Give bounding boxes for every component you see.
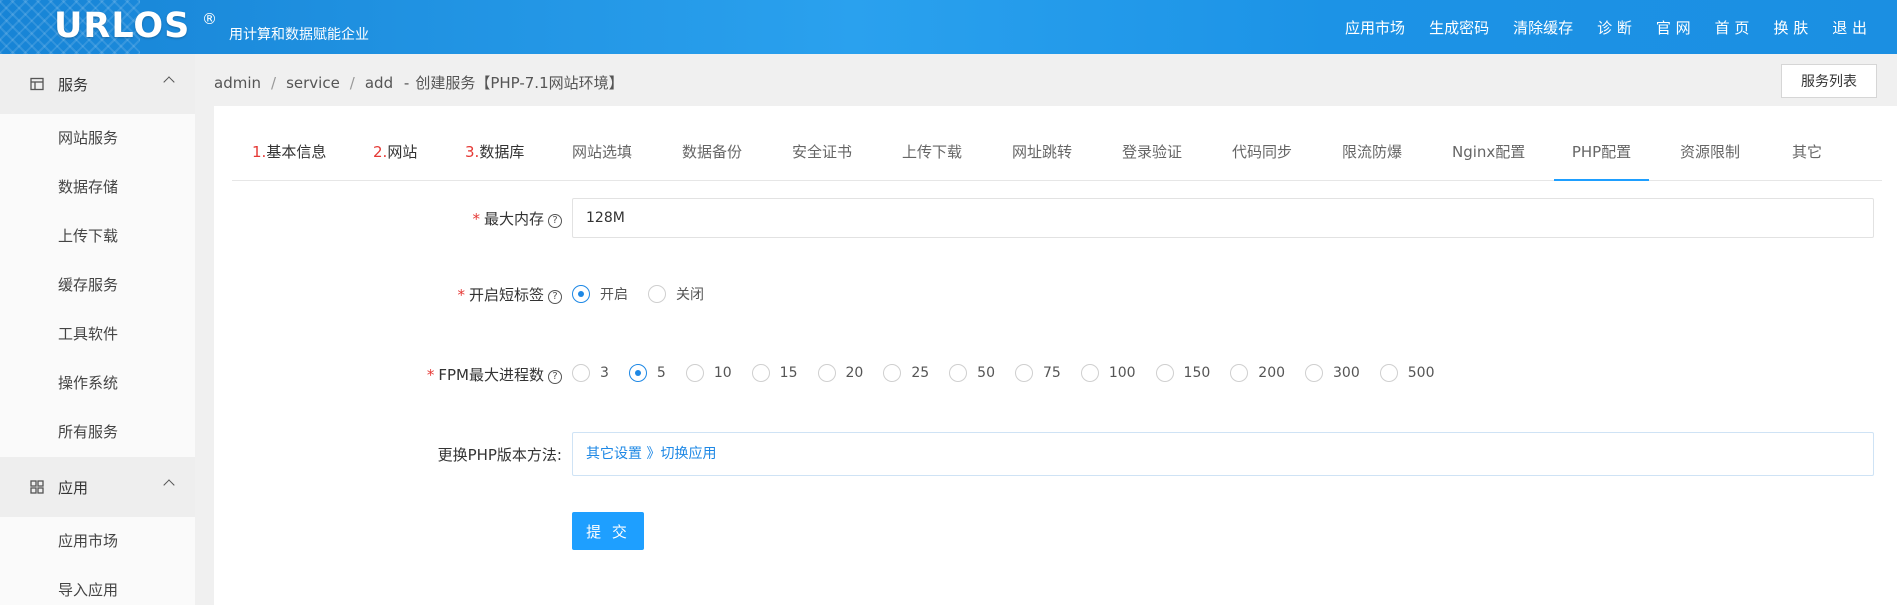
fpm-option-radio[interactable]: 20 — [817, 364, 863, 382]
server-icon — [30, 77, 44, 91]
nav-official-site[interactable]: 官 网 — [1656, 17, 1691, 38]
tab-code-sync[interactable]: 代码同步 — [1232, 124, 1292, 181]
fpm-option-radio[interactable]: 100 — [1080, 364, 1136, 382]
chevron-up-icon — [163, 76, 175, 88]
fpm-option-radio[interactable]: 10 — [685, 364, 732, 382]
breadcrumb-service[interactable]: service — [286, 74, 340, 92]
breadcrumb-add: add — [364, 74, 394, 92]
fpm-option-radio[interactable]: 500 — [1379, 364, 1434, 382]
sidebar-item-tool-software[interactable]: 工具软件 — [0, 310, 195, 359]
fpm-option-radio[interactable]: 15 — [751, 364, 798, 382]
short-tag-radio-group: 开启 关闭 — [572, 284, 724, 304]
fpm-option-radio[interactable]: 150 — [1155, 364, 1210, 382]
fpm-max-radio-group: 3 5 10 15 20 25 50 75 100 150 200 300 50… — [572, 364, 1454, 382]
tab-other[interactable]: 其它 — [1792, 124, 1822, 181]
breadcrumb: admin / service / add - 创建服务【PHP-7.1网站环境】 — [214, 74, 624, 92]
tab-php-config[interactable]: PHP配置 — [1554, 124, 1649, 181]
slogan: 用计算和数据赋能企业 — [229, 27, 369, 43]
fpm-max-label: * FPM最大进程数? — [427, 364, 562, 385]
breadcrumb-admin[interactable]: admin — [214, 74, 261, 92]
fpm-option-radio[interactable]: 50 — [949, 364, 995, 382]
fpm-option-radio[interactable]: 300 — [1305, 364, 1360, 382]
apps-grid-icon — [30, 480, 44, 494]
nav-home[interactable]: 首 页 — [1715, 17, 1750, 38]
registered-mark: ® — [202, 10, 217, 28]
tab-ssl-certificate[interactable]: 安全证书 — [792, 124, 852, 181]
tab-website[interactable]: 2.网站 — [373, 124, 417, 181]
fpm-option-radio[interactable]: 75 — [1014, 364, 1061, 382]
sidebar-item-cache-service[interactable]: 缓存服务 — [0, 261, 195, 310]
tab-database[interactable]: 3.数据库 — [465, 124, 524, 181]
top-nav: 应用市场 生成密码 清除缓存 诊 断 官 网 首 页 换 肤 退 出 — [1321, 17, 1867, 38]
tab-upload-download[interactable]: 上传下载 — [902, 124, 962, 181]
fpm-option-radio[interactable]: 200 — [1230, 364, 1285, 382]
short-tag-off-radio[interactable]: 关闭 — [648, 284, 704, 304]
tab-rate-limit[interactable]: 限流防爆 — [1342, 124, 1402, 181]
nav-generate-password[interactable]: 生成密码 — [1429, 17, 1489, 38]
nav-clear-cache[interactable]: 清除缓存 — [1513, 17, 1573, 38]
chevron-up-icon — [163, 479, 175, 491]
help-icon[interactable]: ? — [548, 214, 562, 228]
form-row-short-tag: * 开启短标签? 开启 关闭 — [214, 282, 1897, 312]
nav-logout[interactable]: 退 出 — [1832, 17, 1867, 38]
breadcrumb-title-separator: - — [403, 74, 410, 92]
sidebar-group-label: 应用 — [58, 478, 89, 497]
fpm-option-radio[interactable]: 25 — [883, 364, 929, 382]
submit-button[interactable]: 提 交 — [572, 512, 644, 550]
sidebar-group-label: 服务 — [58, 75, 89, 94]
php-switch-label: 更换PHP版本方法: — [437, 446, 562, 464]
logo[interactable]: URLOS — [54, 6, 190, 46]
page-title: 创建服务【PHP-7.1网站环境】 — [415, 74, 624, 92]
form-row-php-switch: 更换PHP版本方法: 其它设置 》切换应用 — [214, 432, 1897, 476]
php-switch-link[interactable]: 其它设置 》切换应用 — [572, 432, 1874, 476]
fpm-option-radio[interactable]: 3 — [572, 364, 609, 382]
top-header: URLOS ® 用计算和数据赋能企业 应用市场 生成密码 清除缓存 诊 断 官 … — [0, 0, 1897, 54]
sidebar-item-all-services[interactable]: 所有服务 — [0, 408, 195, 457]
sidebar-item-data-storage[interactable]: 数据存储 — [0, 163, 195, 212]
tab-url-redirect[interactable]: 网址跳转 — [1012, 124, 1072, 181]
fpm-option-radio[interactable]: 5 — [628, 364, 666, 382]
sidebar-item-operating-system[interactable]: 操作系统 — [0, 359, 195, 408]
tab-login-auth[interactable]: 登录验证 — [1122, 124, 1182, 181]
main-panel: 1.基本信息 2.网站 3.数据库 网站选填 数据备份 安全证书 上传下载 网址… — [214, 106, 1897, 605]
tab-website-optional[interactable]: 网站选填 — [572, 124, 632, 181]
form-row-max-memory: * 最大内存? 128M — [214, 198, 1897, 238]
form-row-fpm-max: * FPM最大进程数? 3 5 10 15 20 25 50 75 100 150… — [214, 362, 1897, 392]
sidebar-item-import-app[interactable]: 导入应用 — [0, 566, 195, 605]
sidebar-item-website-service[interactable]: 网站服务 — [0, 114, 195, 163]
nav-diagnose[interactable]: 诊 断 — [1597, 17, 1632, 38]
max-memory-label: * 最大内存? — [472, 208, 562, 229]
nav-change-skin[interactable]: 换 肤 — [1773, 17, 1808, 38]
help-icon[interactable]: ? — [548, 370, 562, 384]
help-icon[interactable]: ? — [548, 290, 562, 304]
sidebar-item-app-market[interactable]: 应用市场 — [0, 517, 195, 566]
sidebar-item-upload-download[interactable]: 上传下载 — [0, 212, 195, 261]
nav-app-market[interactable]: 应用市场 — [1345, 17, 1405, 38]
tab-data-backup[interactable]: 数据备份 — [682, 124, 742, 181]
service-list-button[interactable]: 服务列表 — [1781, 64, 1877, 98]
tab-basic-info[interactable]: 1.基本信息 — [252, 124, 326, 181]
sidebar-group-apps[interactable]: 应用 — [0, 457, 195, 517]
max-memory-input[interactable]: 128M — [572, 198, 1874, 238]
sidebar-group-services[interactable]: 服务 — [0, 54, 195, 114]
tab-nginx-config[interactable]: Nginx配置 — [1452, 124, 1525, 181]
sidebar: 服务 网站服务 数据存储 上传下载 缓存服务 工具软件 操作系统 所有服务 应用… — [0, 54, 195, 605]
tab-resource-limit[interactable]: 资源限制 — [1680, 124, 1740, 181]
short-tag-on-radio[interactable]: 开启 — [572, 284, 628, 304]
tab-bar: 1.基本信息 2.网站 3.数据库 网站选填 数据备份 安全证书 上传下载 网址… — [232, 124, 1882, 181]
short-tag-label: * 开启短标签? — [457, 284, 562, 305]
